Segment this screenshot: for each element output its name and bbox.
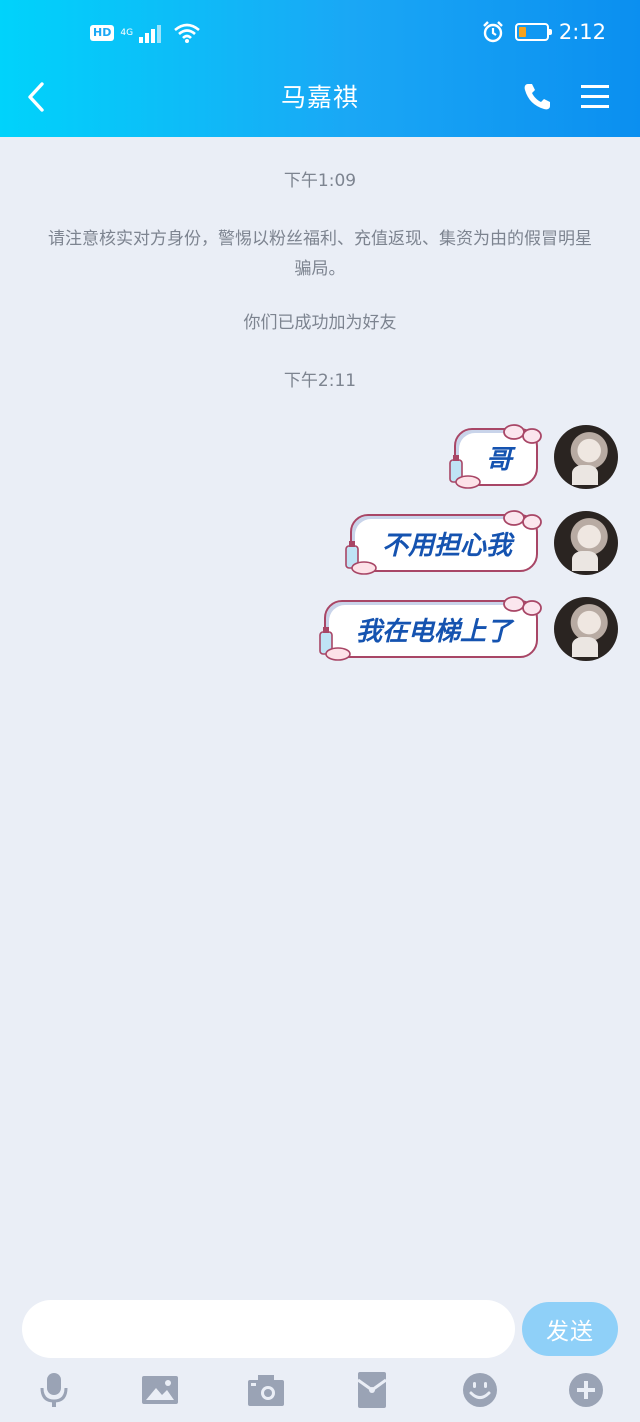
alarm-icon	[482, 21, 503, 43]
phone-icon[interactable]	[520, 80, 554, 114]
red-packet-icon[interactable]	[352, 1370, 392, 1410]
camera-icon[interactable]	[246, 1370, 286, 1410]
message-text: 不用担心我	[381, 530, 512, 561]
bottle-sticker-icon	[449, 455, 481, 489]
friend-added-notice: 你们已成功加为好友	[243, 313, 397, 333]
message-row: 我在电梯上了	[319, 594, 618, 664]
status-bar: HD 4G 2:12	[0, 0, 640, 70]
message-bubble[interactable]: 不用担心我	[345, 510, 542, 575]
input-toolbar	[0, 1366, 640, 1416]
battery-fill	[518, 27, 526, 37]
send-button[interactable]: 发送	[522, 1302, 618, 1356]
message-row: 不用担心我	[345, 508, 618, 578]
timestamp: 下午2:11	[283, 371, 357, 391]
security-notice: 请注意核实对方身份，警惕以粉丝福利、充值返现、集资为由的假冒明星骗局。	[48, 229, 592, 279]
hd-badge: HD	[90, 25, 115, 41]
wifi-icon	[174, 23, 200, 43]
status-right: 2:12	[481, 20, 606, 44]
message-input[interactable]	[22, 1300, 515, 1358]
message-bubble[interactable]: 哥	[449, 424, 542, 489]
message-bubble[interactable]: 我在电梯上了	[319, 596, 542, 661]
message-text: 我在电梯上了	[355, 616, 512, 647]
menu-icon[interactable]	[578, 80, 612, 114]
goggles-sticker-icon	[503, 596, 542, 616]
timestamp: 下午1:09	[283, 171, 357, 191]
image-icon[interactable]	[140, 1370, 180, 1410]
plus-icon[interactable]	[566, 1370, 606, 1410]
signal-icon	[139, 25, 162, 43]
avatar[interactable]	[554, 425, 618, 489]
avatar[interactable]	[554, 597, 618, 661]
goggles-sticker-icon	[503, 510, 542, 530]
bottle-sticker-icon	[319, 627, 351, 661]
network-type: 4G	[120, 28, 134, 38]
bottle-sticker-icon	[345, 541, 377, 575]
battery-icon	[514, 23, 552, 41]
clock: 2:12	[558, 20, 606, 44]
avatar[interactable]	[554, 511, 618, 575]
microphone-icon[interactable]	[34, 1370, 74, 1410]
header: HD 4G 2:12 马嘉祺	[0, 0, 640, 137]
emoji-icon[interactable]	[460, 1370, 500, 1410]
status-left: HD 4G	[90, 22, 201, 44]
goggles-sticker-icon	[503, 424, 542, 444]
nav-bar: 马嘉祺	[0, 70, 640, 137]
message-row: 哥	[449, 422, 618, 492]
